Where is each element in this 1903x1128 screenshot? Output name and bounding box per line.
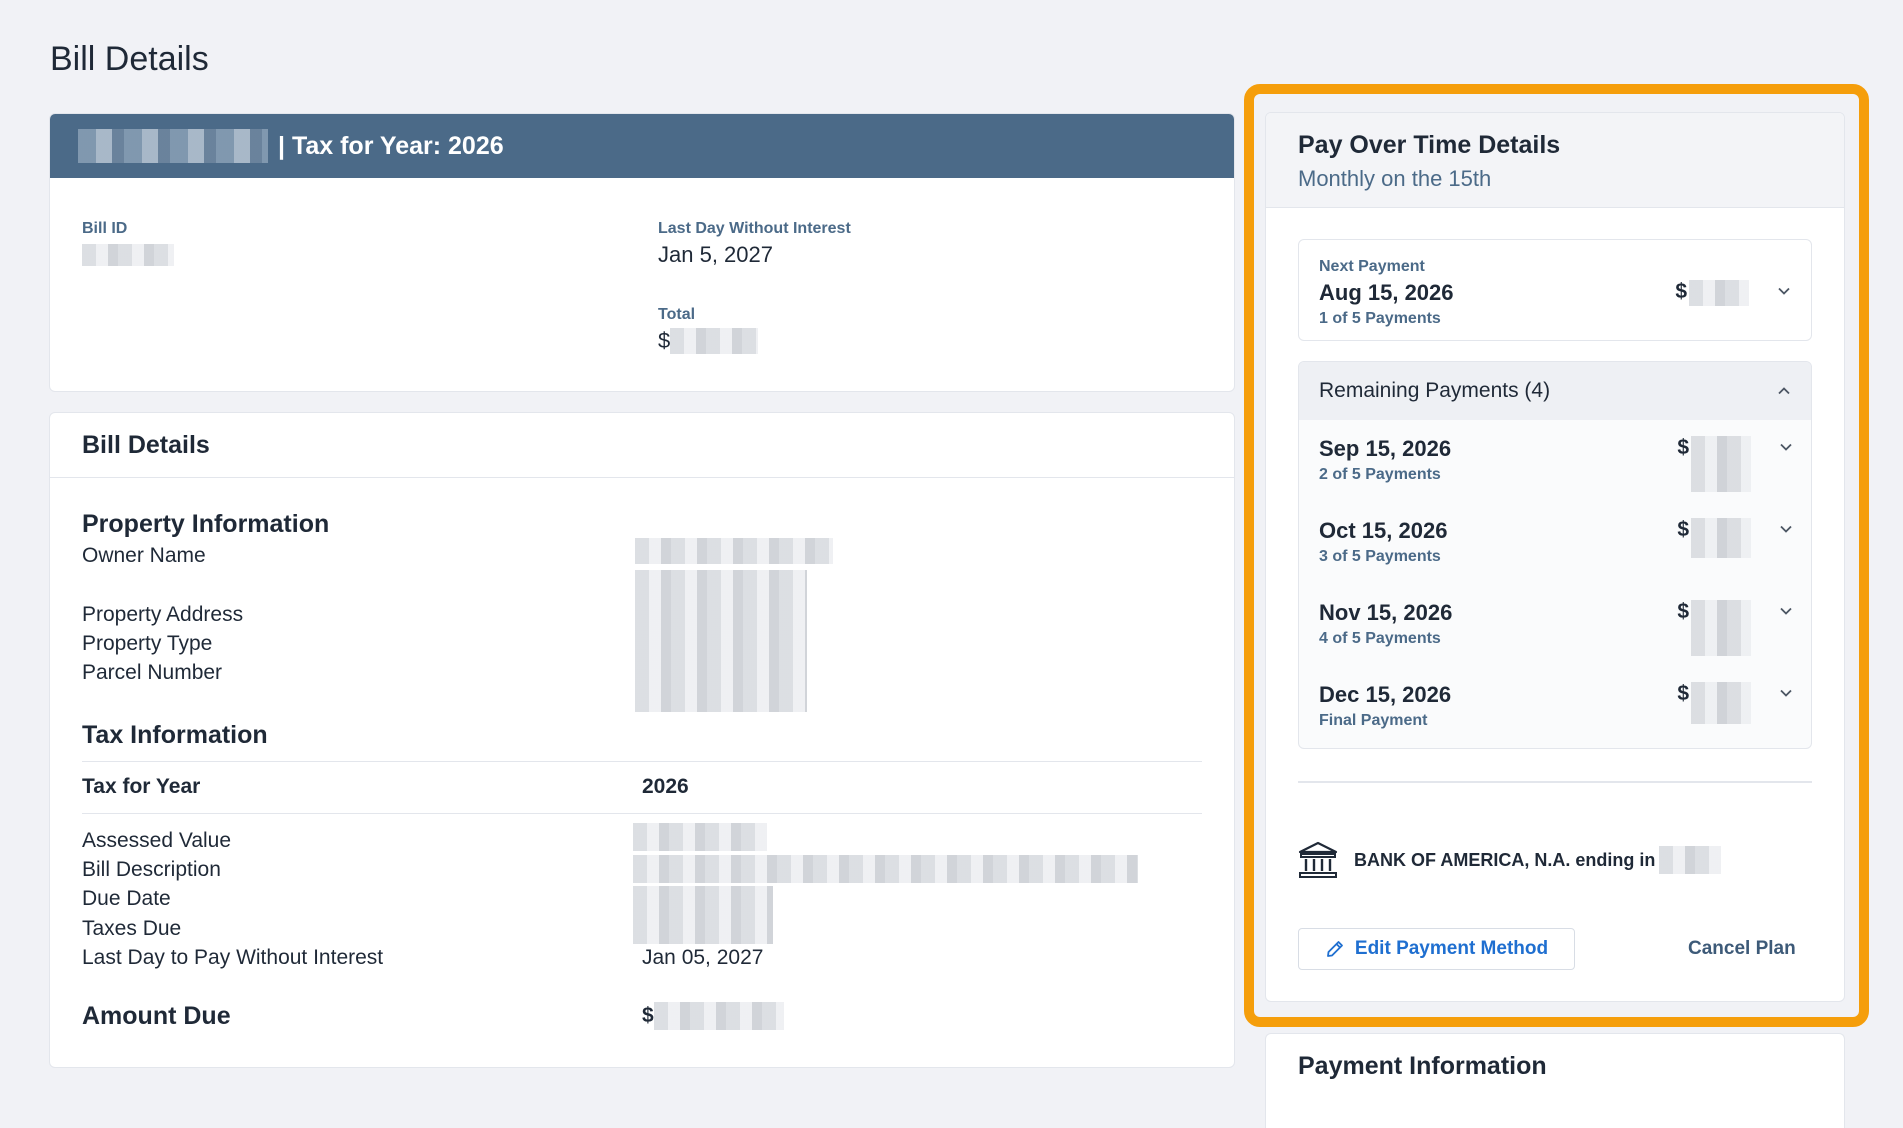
pay-over-time-subtitle: Monthly on the 15th (1298, 166, 1492, 191)
tax-divider-top (82, 761, 1202, 762)
chevron-down-icon[interactable] (1779, 686, 1793, 700)
redacted-next-amount (1689, 280, 1749, 306)
payment-count: 4 of 5 Payments (1319, 630, 1441, 647)
payment-amount: $ (1677, 600, 1751, 656)
tax-info-title: Tax Information (82, 721, 268, 749)
bank-icon (1298, 841, 1338, 878)
remaining-payments-header[interactable]: Remaining Payments (4) (1299, 362, 1811, 420)
remaining-payments-label: Remaining Payments (4) (1319, 379, 1551, 402)
taxes-due-label: Taxes Due (82, 917, 182, 940)
redacted-assessed-value (633, 823, 767, 851)
payment-date: Sep 15, 2026 (1319, 436, 1452, 461)
chevron-down-icon[interactable] (1779, 604, 1793, 618)
redacted-total (670, 328, 759, 354)
payment-count: 2 of 5 Payments (1319, 466, 1441, 483)
next-payment-date: Aug 15, 2026 (1319, 280, 1454, 305)
payment-currency: $ (1677, 518, 1689, 541)
pay-over-time-card: Pay Over Time Details Monthly on the 15t… (1265, 112, 1845, 1002)
payment-information-title: Payment Information (1298, 1052, 1547, 1080)
payment-date: Oct 15, 2026 (1319, 518, 1448, 543)
redacted-owner-value (635, 538, 833, 564)
chevron-down-icon[interactable] (1779, 522, 1793, 536)
next-payment-count: 1 of 5 Payments (1319, 310, 1441, 327)
edit-payment-method-button[interactable]: Edit Payment Method (1298, 928, 1575, 970)
property-type-label: Property Type (82, 632, 213, 655)
next-payment-label: Next Payment (1319, 258, 1425, 275)
payment-count: 3 of 5 Payments (1319, 548, 1441, 565)
cancel-plan-link[interactable]: Cancel Plan (1688, 938, 1796, 960)
last-day-value: Jan 5, 2027 (658, 242, 773, 267)
next-payment-amount: $ (1675, 280, 1749, 306)
redacted-account-digits (1659, 846, 1722, 874)
pay-over-time-title: Pay Over Time Details (1298, 131, 1561, 159)
page-title: Bill Details (50, 40, 209, 78)
redacted-owner-name (78, 129, 268, 163)
chevron-down-icon[interactable] (1779, 440, 1793, 454)
payment-information-card: Payment Information (1265, 1033, 1845, 1128)
last-day-pay-label: Last Day to Pay Without Interest (82, 946, 384, 969)
amount-due-value: $ (642, 1002, 784, 1030)
remaining-payment-row[interactable]: Sep 15, 2026 2 of 5 Payments $ (1319, 436, 1793, 504)
tax-divider-bottom (82, 813, 1202, 814)
owner-name-label: Owner Name (82, 544, 206, 567)
bill-details-title: Bill Details (50, 413, 1234, 478)
remaining-payment-row[interactable]: Nov 15, 2026 4 of 5 Payments $ (1319, 600, 1793, 668)
redacted-payment-amount (1691, 518, 1751, 558)
redacted-payment-amount (1691, 600, 1751, 656)
payment-date: Dec 15, 2026 (1319, 682, 1452, 707)
redacted-payment-amount (1691, 682, 1751, 724)
total-currency: $ (658, 328, 671, 353)
payment-amount: $ (1677, 682, 1751, 724)
assessed-value-label: Assessed Value (82, 829, 232, 852)
amount-due-currency: $ (642, 1004, 654, 1027)
remaining-payment-row[interactable]: Dec 15, 2026 Final Payment $ (1319, 682, 1793, 748)
next-payment-currency: $ (1675, 280, 1687, 303)
property-info-title: Property Information (82, 510, 330, 538)
edit-payment-method-label: Edit Payment Method (1354, 938, 1549, 959)
bill-header-title: | Tax for Year: 2026 (278, 131, 504, 160)
redacted-bill-id (82, 244, 174, 266)
parcel-number-label: Parcel Number (82, 661, 223, 684)
payment-currency: $ (1677, 600, 1689, 623)
payment-currency: $ (1677, 682, 1689, 705)
bill-description-label: Bill Description (82, 858, 221, 881)
tax-year-value: 2026 (642, 775, 689, 798)
payment-date: Nov 15, 2026 (1319, 600, 1453, 625)
chevron-up-icon[interactable] (1777, 384, 1791, 398)
last-day-label: Last Day Without Interest (658, 220, 851, 237)
bill-id-field: Bill ID (82, 220, 174, 271)
due-date-label: Due Date (82, 887, 171, 910)
payment-amount: $ (1677, 436, 1751, 492)
next-payment-row[interactable]: Next Payment Aug 15, 2026 1 of 5 Payment… (1298, 239, 1812, 341)
redacted-payment-amount (1691, 436, 1751, 492)
amount-due-label: Amount Due (82, 1002, 231, 1030)
chevron-down-icon[interactable] (1777, 284, 1791, 298)
remaining-payments-panel: Remaining Payments (4) Sep 15, 2026 2 of… (1298, 361, 1812, 749)
last-day-pay-value: Jan 05, 2027 (642, 946, 764, 969)
redacted-amount-due (653, 1002, 784, 1030)
pencil-icon (1327, 941, 1343, 957)
bill-summary-card: | Tax for Year: 2026 Bill ID Last Day Wi… (49, 113, 1235, 392)
pay-over-time-header: Pay Over Time Details Monthly on the 15t… (1266, 113, 1844, 208)
panel-divider (1298, 781, 1812, 783)
payment-currency: $ (1677, 436, 1689, 459)
total-label: Total (658, 306, 696, 323)
bill-details-card: Bill Details Property Information Owner … (49, 412, 1235, 1068)
bill-header: | Tax for Year: 2026 (50, 114, 1234, 178)
payment-amount: $ (1677, 518, 1751, 558)
total-value: $ (658, 328, 759, 354)
tax-year-label: Tax for Year (82, 775, 201, 798)
redacted-property-values (635, 570, 807, 712)
remaining-payment-row[interactable]: Oct 15, 2026 3 of 5 Payments $ (1319, 518, 1793, 586)
bank-account-row: BANK OF AMERICA, N.A. ending in (1298, 841, 1722, 879)
redacted-due-values (633, 886, 773, 944)
total-field: Total $ (658, 306, 759, 354)
bank-account-text: BANK OF AMERICA, N.A. ending in (1354, 849, 1656, 870)
payment-count: Final Payment (1319, 712, 1428, 729)
property-address-label: Property Address (82, 603, 244, 626)
bill-id-label: Bill ID (82, 220, 128, 237)
redacted-bill-description (633, 855, 1138, 883)
last-day-field: Last Day Without Interest Jan 5, 2027 (658, 220, 851, 268)
